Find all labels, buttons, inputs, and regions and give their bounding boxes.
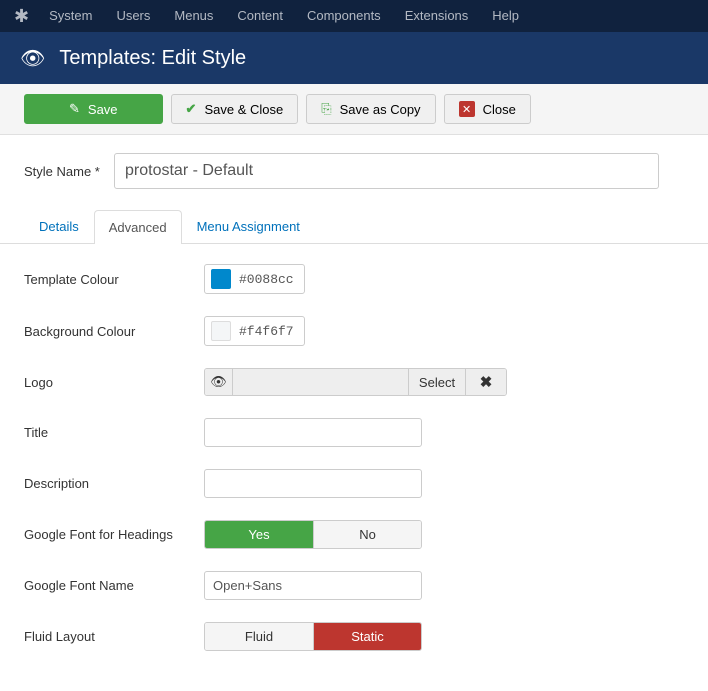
top-nav: ✱ System Users Menus Content Components … [0,0,708,32]
copy-icon: ⎘ [321,101,331,117]
close-label: Close [483,102,516,117]
page-title: Templates: Edit Style [59,47,246,70]
save-label: Save [88,102,118,117]
background-colour-value: #f4f6f7 [239,324,294,339]
gfont-name-input[interactable] [204,571,422,600]
style-name-label: Style Name * [24,164,114,179]
gfont-headings-toggle: Yes No [204,520,422,549]
save-button[interactable]: ✎ Save [24,94,163,124]
save-copy-button[interactable]: ⎘ Save as Copy [306,94,435,124]
field-fluid-layout: Fluid Layout Fluid Static [24,622,684,651]
field-logo: Logo 👁 Select ✖ [24,368,684,396]
logo-media-group: 👁 Select ✖ [204,368,507,396]
background-colour-picker[interactable]: #f4f6f7 [204,316,305,346]
logo-path-input[interactable] [233,369,408,395]
logo-label: Logo [24,375,204,390]
colour-swatch-icon [211,321,231,341]
page-header: 👁 Templates: Edit Style [0,32,708,84]
gfont-yes-option[interactable]: Yes [205,521,313,548]
field-gfont-headings: Google Font for Headings Yes No [24,520,684,549]
pencil-icon: ✎ [69,101,80,117]
eye-icon[interactable]: 👁 [205,369,233,395]
template-colour-label: Template Colour [24,272,204,287]
close-icon: ✕ [459,101,475,117]
nav-help[interactable]: Help [480,0,531,32]
title-label: Title [24,425,204,440]
fluid-layout-label: Fluid Layout [24,629,204,644]
close-button[interactable]: ✕ Close [444,94,531,124]
fluid-option[interactable]: Fluid [205,623,313,650]
nav-users[interactable]: Users [104,0,162,32]
field-template-colour: Template Colour #0088cc [24,264,684,294]
eye-icon: 👁 [20,46,45,71]
template-colour-picker[interactable]: #0088cc [204,264,305,294]
save-close-button[interactable]: ✔ Save & Close [171,94,299,124]
field-description: Description [24,469,684,498]
title-input[interactable] [204,418,422,447]
form: Style Name * Details Advanced Menu Assig… [0,135,708,691]
toolbar: ✎ Save ✔ Save & Close ⎘ Save as Copy ✕ C… [0,84,708,135]
nav-system[interactable]: System [37,0,104,32]
tabs: Details Advanced Menu Assignment [0,209,708,244]
field-gfont-name: Google Font Name [24,571,684,600]
nav-extensions[interactable]: Extensions [393,0,481,32]
logo-select-button[interactable]: Select [408,369,466,395]
field-background-colour: Background Colour #f4f6f7 [24,316,684,346]
fluid-layout-toggle: Fluid Static [204,622,422,651]
description-label: Description [24,476,204,491]
nav-components[interactable]: Components [295,0,393,32]
style-name-input[interactable] [114,153,659,189]
gfont-headings-label: Google Font for Headings [24,527,204,542]
gfont-name-label: Google Font Name [24,578,204,593]
background-colour-label: Background Colour [24,324,204,339]
nav-menus[interactable]: Menus [162,0,225,32]
check-icon: ✔ [186,101,197,117]
tab-details[interactable]: Details [24,209,94,243]
x-icon: ✖ [480,373,493,391]
field-title: Title [24,418,684,447]
static-option[interactable]: Static [313,623,421,650]
nav-content[interactable]: Content [225,0,295,32]
save-copy-label: Save as Copy [340,102,421,117]
logo-clear-button[interactable]: ✖ [466,369,506,395]
tab-menu-assignment[interactable]: Menu Assignment [182,209,315,243]
tab-advanced[interactable]: Advanced [94,210,182,244]
save-close-label: Save & Close [204,102,283,117]
gfont-no-option[interactable]: No [313,521,421,548]
colour-swatch-icon [211,269,231,289]
style-name-row: Style Name * [24,153,684,189]
description-input[interactable] [204,469,422,498]
template-colour-value: #0088cc [239,272,294,287]
joomla-logo-icon[interactable]: ✱ [10,6,37,27]
